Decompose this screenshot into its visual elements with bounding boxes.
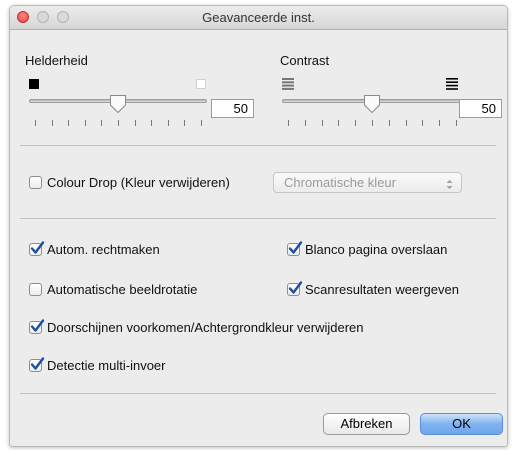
separator (20, 145, 496, 146)
slider-tick (151, 120, 152, 126)
checkbox-box[interactable] (287, 281, 303, 296)
light-icon (196, 79, 206, 89)
slider-tick (389, 120, 390, 126)
ok-button[interactable]: OK (420, 413, 503, 435)
checkbox-box[interactable] (29, 241, 45, 256)
contrast-value-field[interactable]: 50 (459, 99, 502, 118)
separator (20, 218, 496, 219)
title-bar: Geavanceerde inst. (10, 6, 507, 30)
auto-rotate-label: Automatische beeldrotatie (47, 282, 198, 297)
colour-drop-label: Colour Drop (Kleur verwijderen) (47, 175, 230, 190)
slider-tick (68, 120, 69, 126)
slider-tick (35, 120, 36, 126)
dialog-window: Geavanceerde inst. Helderheid 50 Contras… (9, 5, 508, 447)
checkbox-box[interactable] (29, 176, 42, 189)
show-results-label: Scanresultaten weergeven (305, 282, 459, 297)
colour-drop-checkbox[interactable]: Colour Drop (Kleur verwijderen) (29, 175, 230, 190)
dark-icon (29, 79, 39, 89)
select-arrows-icon (446, 177, 453, 195)
colour-select-value: Chromatische kleur (284, 175, 396, 190)
cancel-button[interactable]: Afbreken (323, 413, 410, 435)
high-contrast-icon (446, 77, 458, 95)
slider-tick (168, 120, 169, 126)
slider-tick (439, 120, 440, 126)
brightness-slider-thumb[interactable] (109, 94, 127, 114)
slider-tick (118, 120, 119, 126)
bleed-through-label: Doorschijnen voorkomen/Achtergrondkleur … (47, 320, 364, 335)
checkbox-box[interactable] (29, 283, 42, 296)
brightness-ticks (29, 120, 207, 126)
slider-tick (456, 120, 457, 126)
slider-tick (201, 120, 202, 126)
brightness-label: Helderheid (25, 53, 88, 68)
slider-tick (372, 120, 373, 126)
slider-tick (101, 120, 102, 126)
slider-tick (406, 120, 407, 126)
slider-tick (135, 120, 136, 126)
slider-tick (184, 120, 185, 126)
auto-rotate-checkbox[interactable]: Automatische beeldrotatie (29, 282, 197, 297)
skip-blank-checkbox[interactable]: Blanco pagina overslaan (287, 241, 448, 257)
slider-tick (85, 120, 86, 126)
checkbox-box[interactable] (29, 319, 45, 334)
show-results-checkbox[interactable]: Scanresultaten weergeven (287, 281, 459, 297)
slider-tick (52, 120, 53, 126)
slider-tick (288, 120, 289, 126)
bleed-through-checkbox[interactable]: Doorschijnen voorkomen/Achtergrondkleur … (29, 319, 364, 335)
multifeed-checkbox[interactable]: Detectie multi-invoer (29, 357, 166, 373)
contrast-label: Contrast (280, 53, 330, 68)
contrast-ticks (282, 120, 462, 126)
brightness-value-field[interactable]: 50 (211, 99, 254, 118)
slider-tick (305, 120, 306, 126)
auto-straighten-label: Autom. rechtmaken (47, 242, 160, 257)
slider-tick (355, 120, 356, 126)
slider-tick (322, 120, 323, 126)
checkbox-box[interactable] (29, 357, 45, 372)
separator (20, 393, 496, 394)
colour-select[interactable]: Chromatische kleur (273, 172, 462, 193)
skip-blank-label: Blanco pagina overslaan (305, 242, 448, 257)
slider-tick (422, 120, 423, 126)
low-contrast-icon (282, 77, 294, 95)
checkbox-box[interactable] (287, 241, 303, 256)
multifeed-label: Detectie multi-invoer (47, 358, 166, 373)
auto-straighten-checkbox[interactable]: Autom. rechtmaken (29, 241, 160, 257)
contrast-slider-thumb[interactable] (363, 94, 381, 114)
slider-tick (338, 120, 339, 126)
window-title: Geavanceerde inst. (202, 10, 315, 25)
